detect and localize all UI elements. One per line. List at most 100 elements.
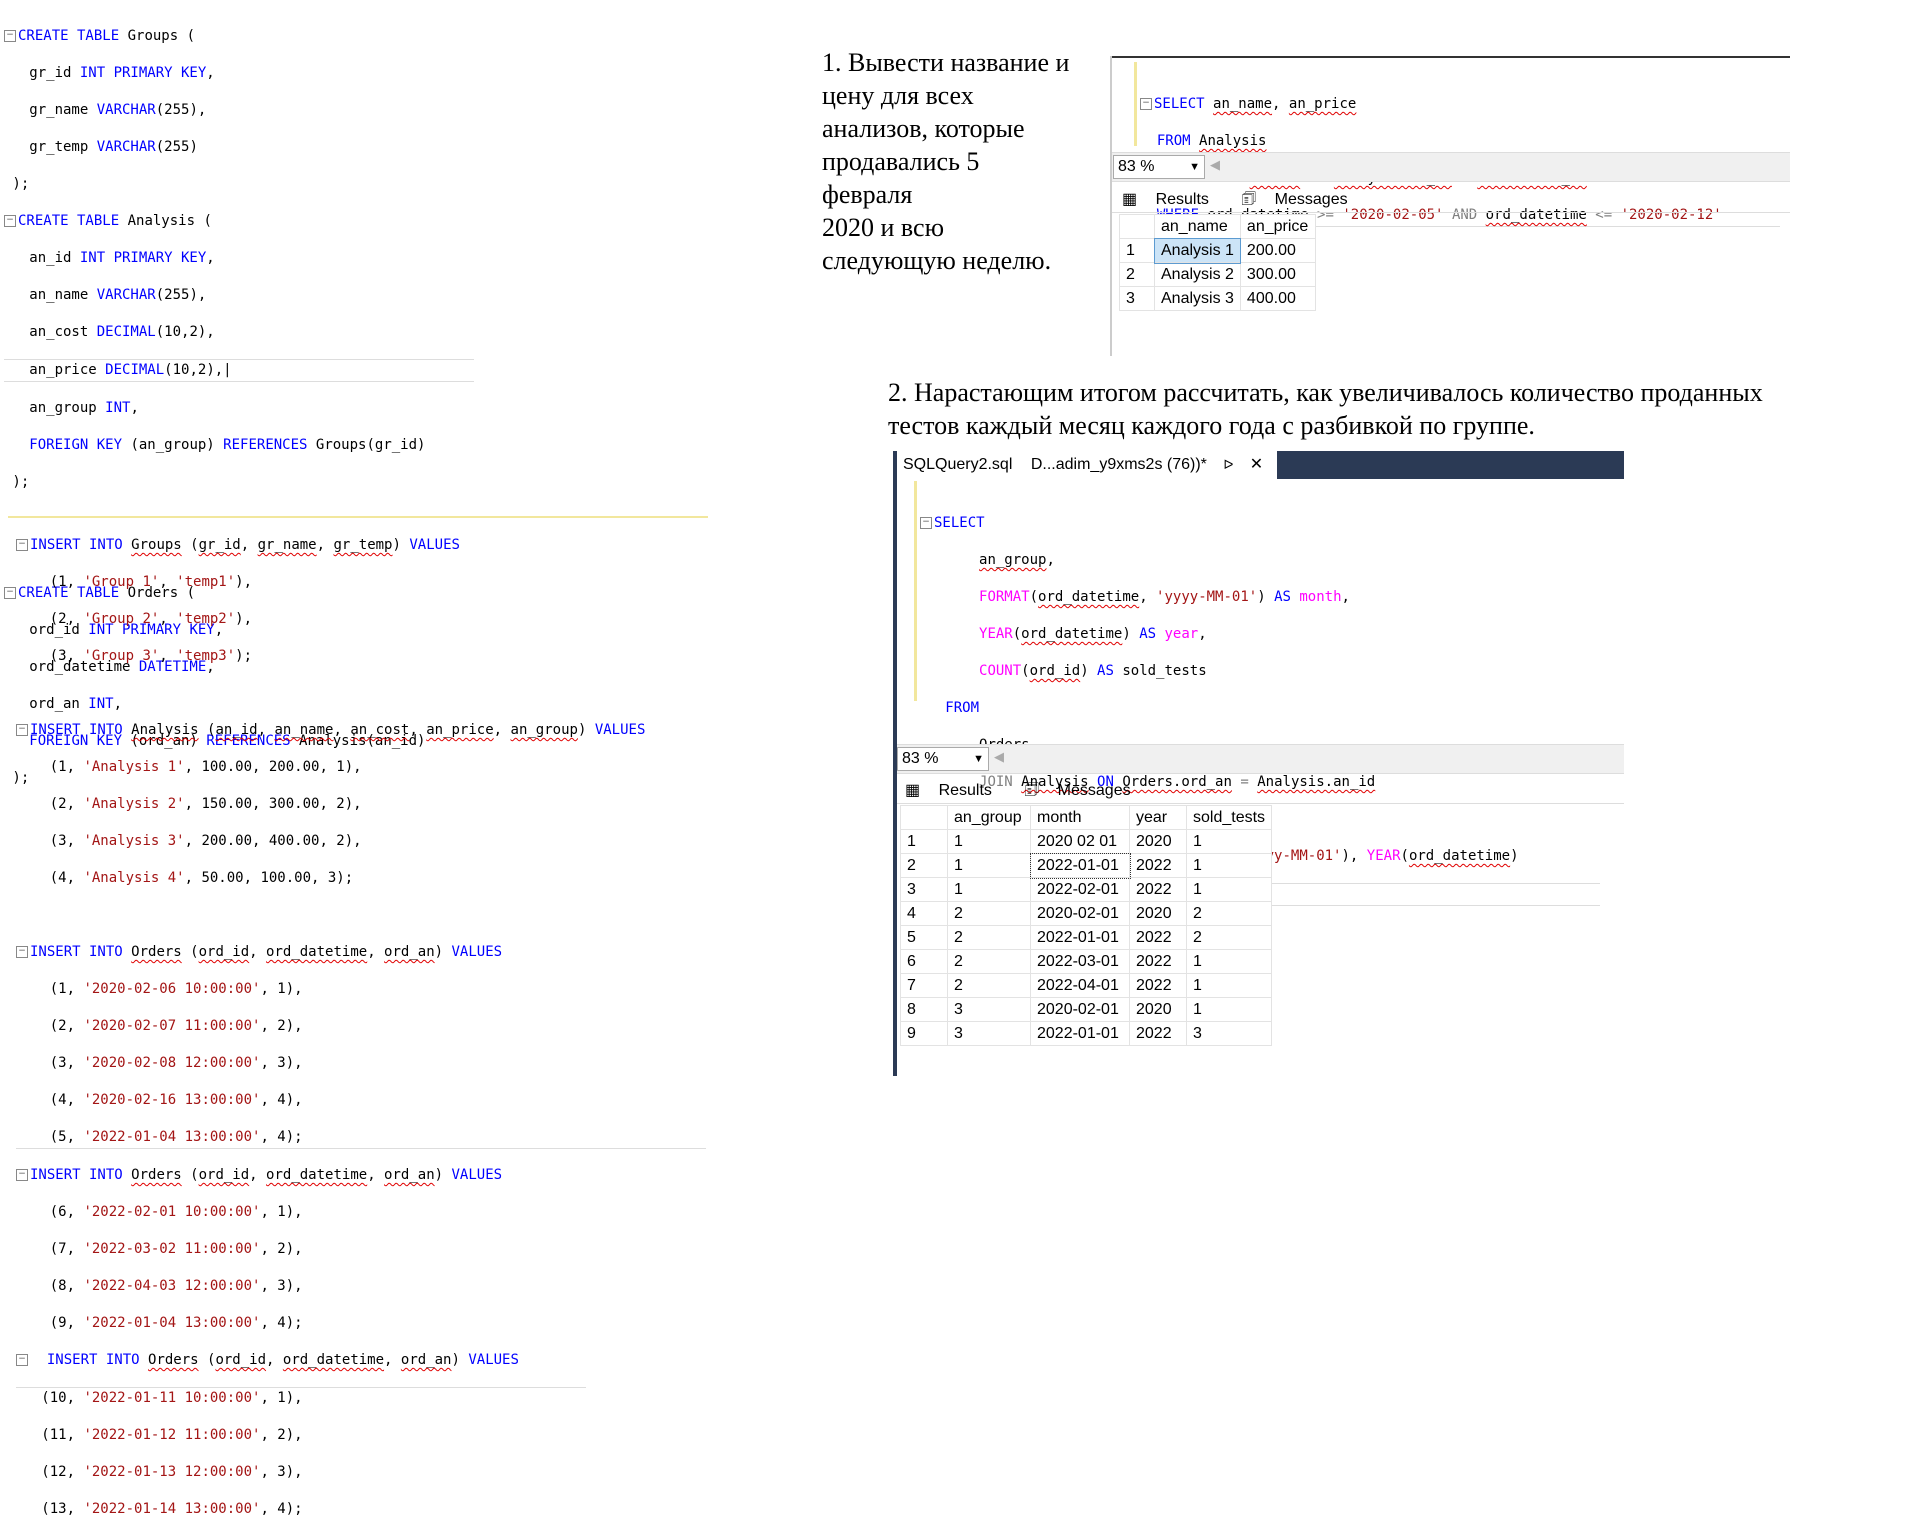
task2-line: тестов каждый месяц каждого года с разби… bbox=[888, 411, 1535, 440]
cell[interactable]: 1 bbox=[947, 877, 1031, 902]
cell[interactable]: 2 bbox=[947, 901, 1031, 926]
cell[interactable]: 2020 bbox=[1129, 901, 1187, 926]
cell[interactable]: 3 bbox=[947, 1021, 1031, 1046]
cell[interactable]: 2022 bbox=[1129, 1021, 1187, 1046]
insert-script[interactable]: − INSERT INTO Groups (gr_id, gr_name, gr_… bbox=[16, 519, 706, 1536]
chevron-down-icon: ▼ bbox=[1189, 161, 1200, 173]
column-header[interactable]: year bbox=[1129, 805, 1187, 830]
cell[interactable]: 2020 02 01 bbox=[1030, 829, 1130, 854]
cell[interactable]: 2022-02-01 bbox=[1030, 877, 1130, 902]
table-row[interactable]: 8 3 2020-02-01 2020 1 bbox=[900, 997, 1273, 1022]
row-number: 3 bbox=[1119, 286, 1155, 311]
cell[interactable]: 2020-02-01 bbox=[1030, 901, 1130, 926]
cell[interactable]: Analysis 2 bbox=[1154, 262, 1241, 287]
cell[interactable]: 2022 bbox=[1129, 853, 1187, 878]
cell[interactable]: 1 bbox=[1185, 829, 1273, 854]
messages-icon: 🗊 bbox=[1024, 782, 1040, 799]
table-row[interactable]: 9 3 2022-01-01 2022 3 bbox=[900, 1021, 1273, 1046]
table-header-row: an_group month year sold_tests bbox=[900, 805, 1273, 830]
fold-toggle-icon[interactable]: − bbox=[4, 587, 16, 599]
table-row[interactable]: 4 2 2020-02-01 2020 2 bbox=[900, 901, 1273, 926]
column-header[interactable]: an_price bbox=[1239, 214, 1316, 239]
cell[interactable]: 1 bbox=[947, 829, 1031, 854]
table-row[interactable]: 2 1 2022-01-01 2022 1 bbox=[900, 852, 1273, 879]
table-row[interactable]: 5 2 2022-01-01 2022 2 bbox=[900, 925, 1273, 950]
cell[interactable]: 3 bbox=[947, 997, 1031, 1022]
table-row[interactable]: 7 2 2022-04-01 2022 1 bbox=[900, 973, 1273, 998]
tab-filename: SQLQuery2.sql bbox=[903, 456, 1013, 473]
table-row[interactable]: 6 2 2022-03-01 2022 1 bbox=[900, 949, 1273, 974]
cell[interactable]: 300.00 bbox=[1239, 262, 1316, 287]
close-icon[interactable]: ✕ bbox=[1250, 456, 1263, 473]
tab-messages[interactable]: 🗊 Messages bbox=[1241, 191, 1361, 208]
cell[interactable]: 1 bbox=[1185, 877, 1273, 902]
scroll-left-icon[interactable]: ◀ bbox=[1210, 158, 1220, 173]
cell[interactable]: 2 bbox=[947, 973, 1031, 998]
query1-results-grid[interactable]: an_name an_price 1 Analysis 1 200.00 2 Anal… bbox=[1119, 214, 1316, 311]
cell[interactable]: 2020 bbox=[1129, 829, 1187, 854]
query2-zoom-select[interactable]: 83 % ▼ bbox=[897, 747, 989, 771]
cell[interactable]: Analysis 3 bbox=[1154, 286, 1241, 311]
task1-line: анализов, которые bbox=[822, 114, 1025, 143]
query2-document-tab[interactable]: SQLQuery2.sql D...adim_y9xms2s (76))* ᐅ … bbox=[897, 451, 1277, 479]
cell[interactable]: 2020 bbox=[1129, 997, 1187, 1022]
tab-results[interactable]: ▦ Results bbox=[905, 782, 1006, 799]
cell[interactable]: 2 bbox=[947, 949, 1031, 974]
fold-toggle-icon[interactable]: − bbox=[16, 946, 28, 958]
fold-toggle-icon[interactable]: − bbox=[4, 215, 16, 227]
task1-line: февраля bbox=[822, 180, 913, 209]
column-header[interactable]: an_group bbox=[947, 805, 1031, 830]
query2-result-tabs: ▦ Results 🗊 Messages bbox=[905, 779, 1159, 806]
row-number: 1 bbox=[900, 829, 948, 854]
column-header[interactable]: an_name bbox=[1154, 214, 1241, 239]
zoom-value: 83 % bbox=[1118, 158, 1155, 175]
cell[interactable]: 2022 bbox=[1129, 973, 1187, 998]
row-number: 6 bbox=[900, 949, 948, 974]
query1-zoom-select[interactable]: 83 % ▼ bbox=[1113, 155, 1205, 179]
fold-toggle-icon[interactable]: − bbox=[16, 1354, 28, 1366]
fold-toggle-icon[interactable]: − bbox=[920, 517, 932, 529]
pin-icon[interactable]: ᐅ bbox=[1223, 457, 1233, 472]
cell[interactable]: 2022-04-01 bbox=[1030, 973, 1130, 998]
cell[interactable]: 2022-01-01 bbox=[1029, 852, 1131, 879]
cell[interactable]: 2022 bbox=[1129, 877, 1187, 902]
cell[interactable]: 1 bbox=[1185, 997, 1273, 1022]
cell[interactable]: 2022 bbox=[1129, 925, 1187, 950]
fold-toggle-icon[interactable]: − bbox=[16, 1169, 28, 1181]
cell[interactable]: 2 bbox=[947, 925, 1031, 950]
cell[interactable]: 1 bbox=[1185, 949, 1273, 974]
tab-results[interactable]: ▦ Results bbox=[1122, 191, 1223, 208]
table-row[interactable]: 3 1 2022-02-01 2022 1 bbox=[900, 877, 1273, 902]
scroll-left-icon[interactable]: ◀ bbox=[994, 750, 1004, 765]
fold-toggle-icon[interactable]: − bbox=[16, 539, 28, 551]
cell[interactable]: Analysis 1 bbox=[1153, 237, 1242, 264]
cell[interactable]: 3 bbox=[1185, 1021, 1273, 1046]
row-number: 5 bbox=[900, 925, 948, 950]
table-row[interactable]: 2 Analysis 2 300.00 bbox=[1119, 262, 1316, 287]
table-row[interactable]: 3 Analysis 3 400.00 bbox=[1119, 286, 1316, 311]
column-header[interactable]: month bbox=[1030, 805, 1130, 830]
fold-toggle-icon[interactable]: − bbox=[16, 724, 28, 736]
fold-toggle-icon[interactable]: − bbox=[4, 30, 16, 42]
zoom-value: 83 % bbox=[902, 750, 939, 767]
cell[interactable]: 2 bbox=[1185, 925, 1273, 950]
cell[interactable]: 400.00 bbox=[1239, 286, 1316, 311]
fold-toggle-icon[interactable]: − bbox=[1140, 98, 1152, 110]
cell[interactable]: 2022 bbox=[1129, 949, 1187, 974]
cell[interactable]: 1 bbox=[1185, 973, 1273, 998]
cell[interactable]: 2022-01-01 bbox=[1030, 1021, 1130, 1046]
table-row[interactable]: 1 Analysis 1 200.00 bbox=[1119, 237, 1316, 264]
cell[interactable]: 2022-01-01 bbox=[1030, 925, 1130, 950]
table-row[interactable]: 1 1 2020 02 01 2020 1 bbox=[900, 829, 1273, 854]
cell[interactable]: 1 bbox=[1185, 853, 1273, 878]
column-header[interactable]: sold_tests bbox=[1185, 805, 1273, 830]
row-number: 8 bbox=[900, 997, 948, 1022]
row-number: 4 bbox=[900, 901, 948, 926]
cell[interactable]: 1 bbox=[947, 853, 1031, 878]
cell[interactable]: 2022-03-01 bbox=[1030, 949, 1130, 974]
query2-results-grid[interactable]: an_group month year sold_tests 1 1 2020 02… bbox=[900, 805, 1273, 1046]
cell[interactable]: 200.00 bbox=[1239, 238, 1316, 263]
cell[interactable]: 2020-02-01 bbox=[1030, 997, 1130, 1022]
cell[interactable]: 2 bbox=[1185, 901, 1273, 926]
tab-messages[interactable]: 🗊 Messages bbox=[1024, 782, 1144, 799]
